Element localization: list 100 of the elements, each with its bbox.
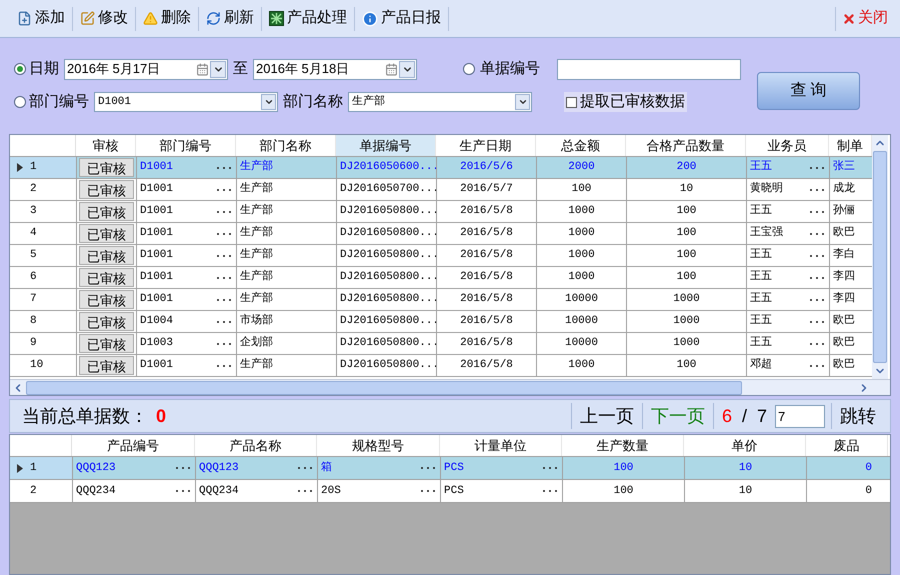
vertical-scrollbar[interactable] <box>872 135 888 379</box>
previous-page-button[interactable]: 上一页 <box>572 402 642 430</box>
audited-button[interactable]: 已审核 <box>79 290 134 309</box>
dropdown-arrow-button[interactable] <box>515 94 530 110</box>
audited-button[interactable]: 已审核 <box>79 312 134 331</box>
ellipsis-button[interactable] <box>809 276 825 280</box>
ellipsis-button[interactable] <box>216 210 232 214</box>
ellipsis-button[interactable] <box>809 254 825 258</box>
table-cell-text: 200 <box>676 160 696 176</box>
jump-page-field[interactable]: 7 <box>775 404 825 428</box>
toolbar-button[interactable]: 刷新 <box>203 4 257 32</box>
table-row[interactable]: 4 已审核 D1001 生产部 DJ2016050800... 2016/5/8 1000 100 王宝强 欧巴 <box>10 223 872 245</box>
audited-checkbox[interactable]: 提取已审核数据 <box>564 92 687 112</box>
table-row[interactable]: 1 QQQ123 QQQ123 箱 PCS 100 10 0 <box>10 457 890 480</box>
ellipsis-button[interactable] <box>175 466 191 470</box>
table-cell-text: 2016/5/8 <box>460 314 513 330</box>
checkbox[interactable] <box>566 96 577 108</box>
combo-box[interactable]: 生产部 <box>348 92 532 112</box>
ellipsis-button[interactable] <box>809 342 825 346</box>
ellipsis-button[interactable] <box>809 320 825 324</box>
ellipsis-button[interactable] <box>216 166 232 170</box>
table-row[interactable]: 9 已审核 D1003 企划部 DJ2016050800... 2016/5/8 10000 1000 王五 欧巴 <box>10 333 872 355</box>
table-cell-text: 生产部 <box>240 291 273 308</box>
table-cell-text: D1001 <box>140 226 174 242</box>
row-number: 10 <box>30 358 44 374</box>
ellipsis-button[interactable] <box>216 298 232 302</box>
audited-button[interactable]: 已审核 <box>79 180 134 199</box>
ellipsis-button[interactable] <box>809 188 825 192</box>
table-cell-text: 王五 <box>750 314 773 330</box>
table-row[interactable]: 2 QQQ234 QQQ234 20S PCS 100 10 0 <box>10 480 890 503</box>
table-row[interactable]: 10 已审核 D1001 生产部 DJ2016050800... 2016/5/8 1000 100 邓超 欧巴 <box>10 355 872 377</box>
radio-button[interactable] <box>14 96 26 108</box>
table-cell-text: D1003 <box>140 336 174 352</box>
ellipsis-button[interactable] <box>216 188 232 192</box>
table-row[interactable]: 5 已审核 D1001 生产部 DJ2016050800... 2016/5/8 1000 100 王五 李白 <box>10 245 872 267</box>
audited-button[interactable]: 已审核 <box>79 246 134 265</box>
date-picker[interactable]: 2016年 5月18日 <box>253 58 417 80</box>
ellipsis-button[interactable] <box>809 364 825 368</box>
table-cell-text: 李四 <box>833 269 855 286</box>
audited-button[interactable]: 已审核 <box>79 158 134 177</box>
toolbar-button[interactable]: 添加 <box>14 4 68 32</box>
ellipsis-button[interactable] <box>216 254 232 258</box>
table-cell-text: 2016/5/7 <box>460 182 513 198</box>
ellipsis-button[interactable] <box>809 298 825 302</box>
ellipsis-button[interactable] <box>542 466 558 470</box>
toolbar-button[interactable]: 修改 <box>77 4 131 32</box>
ellipsis-button[interactable] <box>809 232 825 236</box>
column-header[interactable]: 单据编号 <box>336 135 436 156</box>
current-row-icon <box>17 163 23 172</box>
ellipsis-button[interactable] <box>216 320 232 324</box>
radio-button[interactable] <box>14 63 26 75</box>
ellipsis-button[interactable] <box>297 466 313 470</box>
ellipsis-button[interactable] <box>542 489 558 493</box>
ellipsis-button[interactable] <box>216 364 232 368</box>
combo-box[interactable]: D1001 <box>94 92 278 112</box>
table-cell-text: 生产部 <box>240 225 273 242</box>
audited-button[interactable]: 已审核 <box>79 356 134 375</box>
ellipsis-button[interactable] <box>175 489 191 493</box>
dropdown-arrow-button[interactable] <box>399 60 415 78</box>
table-cell-text: 生产部 <box>240 269 273 286</box>
ellipsis-button[interactable] <box>809 166 825 170</box>
toolbar-button[interactable]: 产品处理 <box>266 4 350 32</box>
toolbar-button[interactable]: 删除 <box>140 4 194 32</box>
table-cell-text: 2016/5/8 <box>460 248 513 264</box>
radio-button[interactable] <box>463 63 475 75</box>
ellipsis-button[interactable] <box>297 489 313 493</box>
jump-button[interactable]: 跳转 <box>832 402 884 430</box>
ellipsis-button[interactable] <box>420 466 436 470</box>
audited-button[interactable]: 已审核 <box>79 334 134 353</box>
next-page-button[interactable]: 下一页 <box>642 402 713 430</box>
dropdown-arrow-button[interactable] <box>210 60 226 78</box>
audited-button[interactable]: 已审核 <box>79 224 134 243</box>
ellipsis-button[interactable] <box>216 342 232 346</box>
ellipsis-button[interactable] <box>216 276 232 280</box>
calendar-icon <box>196 62 209 76</box>
toolbar-button[interactable]: 产品日报 <box>359 4 444 32</box>
table-cell-text: 0 <box>865 484 872 499</box>
table-cell-text: 1000 <box>673 292 700 308</box>
table-row[interactable]: 8 已审核 D1004 市场部 DJ2016050800... 2016/5/8 10000 1000 王五 欧巴 <box>10 311 872 333</box>
ellipsis-button[interactable] <box>809 210 825 214</box>
doc-number-field[interactable] <box>557 58 741 80</box>
ellipsis-button[interactable] <box>216 232 232 236</box>
table-cell-text: 2016/5/8 <box>460 336 513 352</box>
table-cell-text: 100 <box>614 484 634 499</box>
table-row[interactable]: 7 已审核 D1001 生产部 DJ2016050800... 2016/5/8 10000 1000 王五 李四 <box>10 289 872 311</box>
table-row[interactable]: 3 已审核 D1001 生产部 DJ2016050800... 2016/5/8 1000 100 王五 孙俪 <box>10 201 872 223</box>
ellipsis-button[interactable] <box>420 489 436 493</box>
table-cell-text: DJ2016050800... <box>340 226 436 242</box>
horizontal-scrollbar[interactable] <box>10 379 890 395</box>
table-cell-text: DJ2016050800... <box>340 292 436 308</box>
table-row[interactable]: 6 已审核 D1001 生产部 DJ2016050800... 2016/5/8 1000 100 王五 李四 <box>10 267 872 289</box>
close-button[interactable]: 关闭 <box>842 7 888 30</box>
audited-button[interactable]: 已审核 <box>79 268 134 287</box>
table-cell-text: 1000 <box>673 336 700 352</box>
date-picker[interactable]: 2016年 5月17日 <box>64 58 228 80</box>
table-row[interactable]: 2 已审核 D1001 生产部 DJ2016050700... 2016/5/7 100 10 黄晓明 成龙 <box>10 179 872 201</box>
dropdown-arrow-button[interactable] <box>261 94 276 110</box>
query-button[interactable]: 查 询 <box>757 72 860 110</box>
audited-button[interactable]: 已审核 <box>79 202 134 221</box>
table-row[interactable]: 1 已审核 D1001 生产部 DJ2016050600... 2016/5/6 2000 200 王五 张三 <box>10 157 872 179</box>
